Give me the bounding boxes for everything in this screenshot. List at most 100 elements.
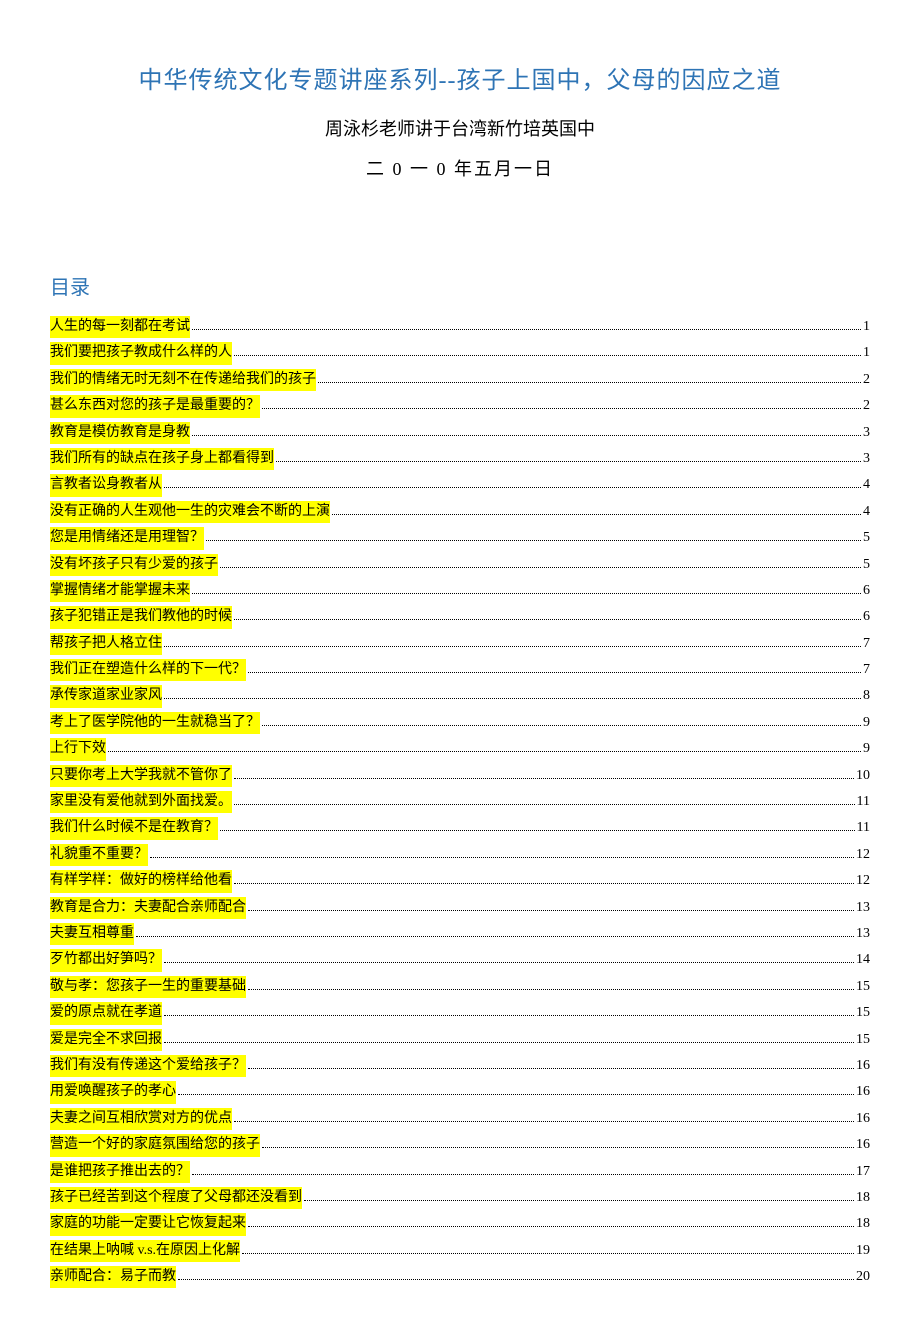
toc-entry-page: 1 — [863, 342, 870, 364]
toc-entry[interactable]: 亲师配合：易子而教20 — [50, 1266, 870, 1288]
toc-entry-label: 我们什么时候不是在教育？ — [50, 817, 218, 839]
toc-leader — [234, 355, 861, 356]
toc-entry[interactable]: 夫妻互相尊重 13 — [50, 923, 870, 945]
toc-entry-page: 3 — [863, 448, 870, 470]
toc-entry[interactable]: 营造一个好的家庭氛围给您的孩子16 — [50, 1134, 870, 1156]
toc-entry-label: 我们有没有传递这个爱给孩子？ — [50, 1055, 246, 1077]
toc-entry-label: 考上了医学院他的一生就稳当了？ — [50, 712, 260, 734]
toc-entry[interactable]: 孩子犯错正是我们教他的时候 6 — [50, 606, 870, 628]
toc-entry-page: 12 — [856, 844, 870, 866]
toc-heading: 目录 — [50, 271, 870, 300]
toc-leader — [178, 1094, 854, 1095]
toc-entry-page: 7 — [863, 633, 870, 655]
toc-entry-label: 孩子犯错正是我们教他的时候 — [50, 606, 232, 628]
toc-entry-page: 3 — [863, 422, 870, 444]
toc-entry-page: 15 — [856, 1002, 870, 1024]
toc-leader — [164, 646, 861, 647]
toc-entry[interactable]: 我们正在塑造什么样的下一代？7 — [50, 659, 870, 681]
toc-entry-label: 承传家道家业家风 — [50, 685, 162, 707]
toc-entry[interactable]: 承传家道家业家风 8 — [50, 685, 870, 707]
toc-entry-label: 我们的情绪无时无刻不在传递给我们的孩子 — [50, 369, 316, 391]
toc-entry[interactable]: 上行下效9 — [50, 738, 870, 760]
toc-entry[interactable]: 爱是完全不求回报15 — [50, 1029, 870, 1051]
toc-entry-label: 您是用情绪还是用理智？ — [50, 527, 204, 549]
toc-entry-label: 甚么东西对您的孩子是最重要的？ — [50, 395, 260, 417]
toc-entry[interactable]: 教育是合力：夫妻配合亲师配合13 — [50, 897, 870, 919]
toc-entry[interactable]: 我们什么时候不是在教育？ 11 — [50, 817, 870, 839]
toc-entry-page: 13 — [856, 923, 870, 945]
toc-leader — [234, 804, 855, 805]
toc-entry-label: 爱的原点就在孝道 — [50, 1002, 162, 1024]
toc-entry-label: 言教者讼身教者从 — [50, 474, 162, 496]
toc-entry[interactable]: 孩子已经苦到这个程度了父母都还没看到 18 — [50, 1187, 870, 1209]
toc-entry-page: 16 — [856, 1108, 870, 1130]
toc-entry[interactable]: 只要你考上大学我就不管你了10 — [50, 765, 870, 787]
toc-leader — [318, 382, 861, 383]
toc-entry-page: 11 — [857, 791, 870, 813]
toc-entry[interactable]: 没有坏孩子只有少爱的孩子5 — [50, 554, 870, 576]
toc-entry-page: 5 — [863, 527, 870, 549]
toc-entry-label: 有样学样：做好的榜样给他看 — [50, 870, 232, 892]
toc-entry-page: 6 — [863, 606, 870, 628]
toc-entry-page: 15 — [856, 1029, 870, 1051]
toc-leader — [248, 989, 854, 990]
toc-entry-label: 夫妻互相尊重 — [50, 923, 134, 945]
toc-entry[interactable]: 在结果上呐喊 v.s.在原因上化解19 — [50, 1240, 870, 1262]
toc-entry-label: 帮孩子把人格立住 — [50, 633, 162, 655]
toc-entry-label: 孩子已经苦到这个程度了父母都还没看到 — [50, 1187, 302, 1209]
toc-entry-label: 没有正确的人生观他一生的灾难会不断的上演 — [50, 501, 330, 523]
toc-entry[interactable]: 没有正确的人生观他一生的灾难会不断的上演4 — [50, 501, 870, 523]
toc-entry[interactable]: 掌握情绪才能掌握未来 6 — [50, 580, 870, 602]
toc-entry-page: 10 — [856, 765, 870, 787]
toc-leader — [220, 830, 855, 831]
toc-entry[interactable]: 甚么东西对您的孩子是最重要的？2 — [50, 395, 870, 417]
toc-entry-page: 8 — [863, 685, 870, 707]
toc-entry[interactable]: 我们所有的缺点在孩子身上都看得到3 — [50, 448, 870, 470]
toc-entry-label: 我们要把孩子教成什么样的人 — [50, 342, 232, 364]
toc-entry[interactable]: 言教者讼身教者从4 — [50, 474, 870, 496]
toc-entry[interactable]: 您是用情绪还是用理智？ 5 — [50, 527, 870, 549]
toc-leader — [262, 408, 861, 409]
toc-entry-page: 16 — [856, 1081, 870, 1103]
toc-entry[interactable]: 教育是模仿教育是身教3 — [50, 422, 870, 444]
toc-entry-page: 14 — [856, 949, 870, 971]
toc-entry-page: 18 — [856, 1187, 870, 1209]
toc-leader — [108, 751, 861, 752]
toc-entry[interactable]: 人生的每一刻都在考试1 — [50, 316, 870, 338]
toc-leader — [262, 1147, 854, 1148]
document-subtitle: 周泳杉老师讲于台湾新竹培英国中 — [50, 115, 870, 141]
toc-entry[interactable]: 礼貌重不重要？12 — [50, 844, 870, 866]
toc-leader — [262, 725, 861, 726]
toc-entry-label: 亲师配合：易子而教 — [50, 1266, 176, 1288]
toc-entry[interactable]: 我们的情绪无时无刻不在传递给我们的孩子2 — [50, 369, 870, 391]
toc-leader — [192, 1174, 854, 1175]
toc-entry-label: 敬与孝：您孩子一生的重要基础 — [50, 976, 246, 998]
toc-entry-page: 11 — [857, 817, 870, 839]
table-of-contents: 人生的每一刻都在考试1 我们要把孩子教成什么样的人 1 我们的情绪无时无刻不在传递给我… — [50, 316, 870, 1288]
toc-entry[interactable]: 家庭的功能一定要让它恢复起来18 — [50, 1213, 870, 1235]
toc-entry[interactable]: 夫妻之间互相欣赏对方的优点16 — [50, 1108, 870, 1130]
toc-entry[interactable]: 考上了医学院他的一生就稳当了？9 — [50, 712, 870, 734]
toc-entry-page: 12 — [856, 870, 870, 892]
toc-leader — [234, 778, 854, 779]
toc-entry-page: 6 — [863, 580, 870, 602]
toc-leader — [276, 461, 861, 462]
toc-entry-label: 是谁把孩子推出去的？ — [50, 1161, 190, 1183]
toc-entry[interactable]: 家里没有爱他就到外面找爱。11 — [50, 791, 870, 813]
toc-leader — [234, 619, 861, 620]
toc-entry[interactable]: 用爱唤醒孩子的孝心16 — [50, 1081, 870, 1103]
toc-entry[interactable]: 爱的原点就在孝道 15 — [50, 1002, 870, 1024]
toc-entry[interactable]: 歹竹都出好笋吗？14 — [50, 949, 870, 971]
toc-entry[interactable]: 帮孩子把人格立住 7 — [50, 633, 870, 655]
toc-leader — [234, 1121, 854, 1122]
toc-leader — [164, 1042, 854, 1043]
toc-entry[interactable]: 是谁把孩子推出去的？17 — [50, 1161, 870, 1183]
toc-entry-label: 上行下效 — [50, 738, 106, 760]
toc-entry[interactable]: 我们要把孩子教成什么样的人 1 — [50, 342, 870, 364]
toc-entry[interactable]: 敬与孝：您孩子一生的重要基础15 — [50, 976, 870, 998]
toc-entry[interactable]: 我们有没有传递这个爱给孩子？16 — [50, 1055, 870, 1077]
toc-entry[interactable]: 有样学样：做好的榜样给他看 12 — [50, 870, 870, 892]
toc-entry-label: 掌握情绪才能掌握未来 — [50, 580, 190, 602]
toc-entry-label: 营造一个好的家庭氛围给您的孩子 — [50, 1134, 260, 1156]
toc-leader — [248, 910, 854, 911]
